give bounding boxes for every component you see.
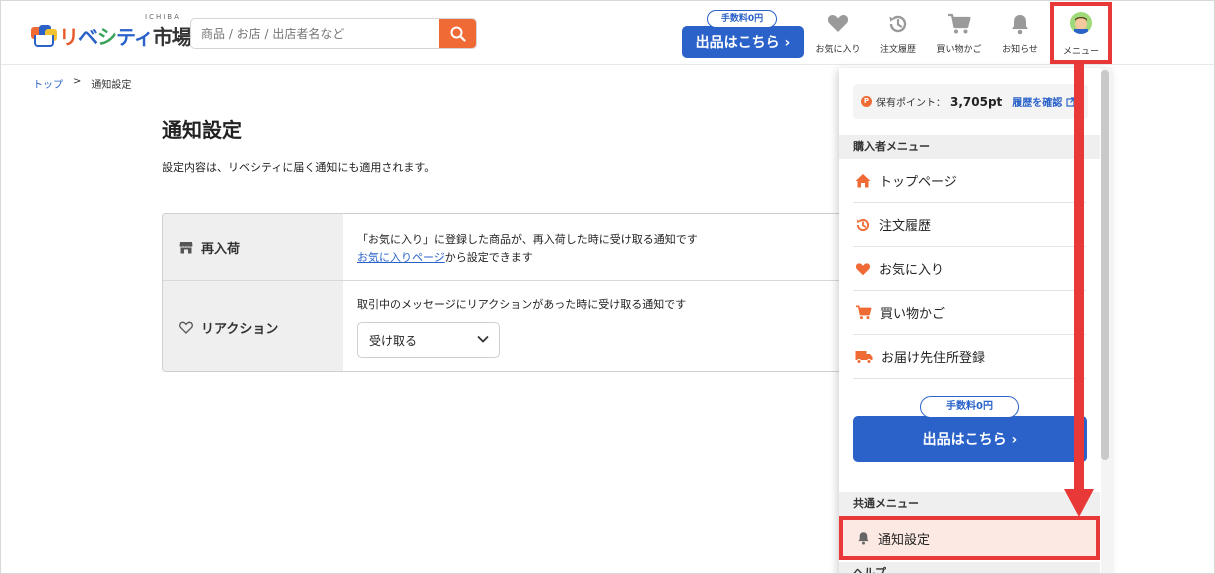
- menu-item-favorites-label: お気に入り: [879, 263, 945, 278]
- notification-settings-table: 再入荷 「お気に入り」に登録した商品が、再入荷した時に受け取る通知です お気に入…: [162, 213, 862, 372]
- nav-menu[interactable]: メニュー: [1050, 2, 1112, 64]
- breadcrumb-separator: >: [73, 76, 82, 87]
- nav-menu-label: メニュー: [1062, 47, 1099, 57]
- annotation-arrow-head: [1064, 489, 1094, 517]
- annotation-arrow-shaft: [1074, 64, 1084, 498]
- bell-icon: [858, 532, 869, 545]
- setting-row-reaction: リアクション 取引中のメッセージにリアクションがあった時に受け取る通知です 受け…: [163, 281, 861, 371]
- setting-desc-restock-suffix: から設定できます: [444, 251, 533, 264]
- setting-label-restock: 再入荷: [163, 214, 343, 280]
- breadcrumb: トップ > 通知設定: [33, 76, 131, 91]
- page-description: 設定内容は、リベシティに届く通知にも適用されます。: [162, 161, 436, 174]
- points-label: 保有ポイント：: [876, 98, 946, 109]
- setting-label-reaction: リアクション: [163, 281, 343, 371]
- logo-text-3: シ: [97, 25, 117, 49]
- search-button[interactable]: [439, 19, 476, 48]
- nav-order-history-label: 注文履歴: [879, 45, 916, 55]
- points-value: 3,705pt: [950, 94, 1003, 109]
- nav-favorites[interactable]: お気に入り: [807, 11, 869, 59]
- nav-notifications[interactable]: お知らせ: [989, 11, 1051, 59]
- panel-fee-badge: 手数料0円: [920, 396, 1019, 418]
- nav-notifications-label: お知らせ: [1002, 45, 1038, 55]
- history-icon: [856, 218, 869, 231]
- breadcrumb-home[interactable]: トップ: [33, 76, 63, 91]
- reaction-select[interactable]: 受け取る: [357, 322, 500, 358]
- menu-item-notification-settings[interactable]: 通知設定: [839, 516, 1100, 560]
- logo-text-1: リ: [59, 25, 79, 49]
- heart-icon: [827, 15, 849, 32]
- search-box: [190, 18, 477, 49]
- nav-order-history[interactable]: 注文履歴: [867, 11, 929, 59]
- setting-desc-reaction: 取引中のメッセージにリアクションがあった時に受け取る通知です: [357, 298, 687, 311]
- avatar: [1070, 12, 1092, 34]
- setting-label-reaction-text: リアクション: [201, 321, 279, 337]
- help-heading: ヘルプ: [839, 562, 1100, 573]
- setting-label-restock-text: 再入荷: [201, 241, 241, 257]
- menu-item-notification-settings-label: 通知設定: [878, 532, 931, 548]
- logo-text-4: ティ: [116, 25, 154, 49]
- heart-outline-icon: [179, 321, 193, 334]
- nav-favorites-label: お気に入り: [815, 45, 861, 55]
- setting-desc-restock: 「お気に入り」に登録した商品が、再入荷した時に受け取る通知です お気に入りページ…: [357, 231, 698, 267]
- search-input[interactable]: [191, 19, 439, 48]
- bell-icon: [1012, 15, 1028, 35]
- site-logo[interactable]: リベシティ市場 ICHIBA: [31, 13, 192, 49]
- history-icon: [889, 15, 907, 33]
- fee-badge: 手数料0円: [707, 10, 777, 28]
- cart-icon: [856, 305, 872, 320]
- logo-text-2: ベ: [78, 25, 98, 49]
- logo-subtext: ICHIBA: [145, 13, 181, 21]
- setting-row-restock: 再入荷 「お気に入り」に登録した商品が、再入荷した時に受け取る通知です お気に入…: [163, 214, 861, 281]
- setting-desc-restock-text: 「お気に入り」に登録した商品が、再入荷した時に受け取る通知です: [357, 233, 698, 246]
- home-icon: [855, 174, 871, 188]
- points-icon: P: [861, 96, 872, 107]
- app-frame: リベシティ市場 ICHIBA 手数料0円 出品はこちら › お気に入り 注文履歴…: [0, 0, 1215, 574]
- truck-icon: [855, 350, 873, 364]
- reaction-select-value: 受け取る: [369, 333, 418, 348]
- site-header: リベシティ市場 ICHIBA 手数料0円 出品はこちら › お気に入り 注文履歴…: [1, 1, 1214, 65]
- breadcrumb-current: 通知設定: [91, 80, 132, 91]
- nav-cart-label: 買い物かご: [936, 45, 982, 55]
- menu-item-shipping-address-label: お届け先住所登録: [881, 351, 986, 366]
- heart-icon: [855, 262, 871, 275]
- menu-item-order-history[interactable]: 注文履歴: [853, 203, 1086, 247]
- menu-item-top-page-label: トップページ: [879, 175, 957, 190]
- points-history-link[interactable]: 履歴を確認: [1012, 94, 1062, 109]
- page-title: 通知設定: [162, 118, 242, 142]
- favorites-page-link[interactable]: お気に入りページ: [357, 251, 445, 264]
- panel-sell-button[interactable]: 出品はこちら ›: [853, 416, 1087, 462]
- nav-cart[interactable]: 買い物かご: [928, 11, 990, 59]
- menu-item-shipping-address[interactable]: お届け先住所登録: [853, 335, 1086, 379]
- sell-button[interactable]: 出品はこちら ›: [682, 26, 804, 58]
- panel-scrollbar-thumb[interactable]: [1101, 70, 1109, 460]
- points-summary: P 保有ポイント： 3,705pt 履歴を確認: [853, 84, 1088, 119]
- menu-item-favorites[interactable]: お気に入り: [853, 247, 1086, 291]
- setting-desc-restock-line2: お気に入りページから設定できます: [357, 249, 698, 267]
- menu-item-cart-label: 買い物かご: [880, 307, 946, 322]
- buyer-menu-heading: 購入者メニュー: [839, 135, 1100, 159]
- store-icon: [179, 241, 193, 253]
- chevron-down-icon: [477, 335, 489, 343]
- common-menu-heading: 共通メニュー: [839, 492, 1100, 516]
- menu-item-cart[interactable]: 買い物かご: [853, 291, 1086, 335]
- menu-item-top-page[interactable]: トップページ: [853, 159, 1086, 203]
- logo-text: リベシティ市場: [59, 25, 192, 49]
- logo-mark-icon: [31, 25, 57, 49]
- logo-text-5: 市場: [152, 25, 192, 49]
- menu-item-order-history-label: 注文履歴: [879, 219, 932, 234]
- cart-icon: [948, 13, 971, 34]
- search-icon: [450, 26, 466, 42]
